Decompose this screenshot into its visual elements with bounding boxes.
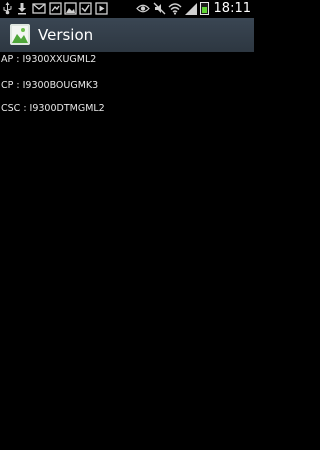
mail-icon [32, 3, 46, 14]
mobile-signal-icon [185, 3, 197, 15]
eye-icon [136, 4, 150, 13]
usb-icon [3, 2, 12, 15]
battery-level [202, 6, 207, 13]
status-time: 18:11 [213, 1, 251, 16]
app-icon[interactable] [10, 24, 30, 45]
page-title: Version [38, 26, 94, 44]
signal-booster-icon [49, 2, 62, 15]
status-bar: 18:11 [0, 0, 254, 18]
ap-version: AP : I9300XXUGML2 [1, 54, 97, 65]
csc-version: CSC : I9300DTMGML2 [1, 103, 105, 114]
play-icon [95, 2, 108, 15]
task-check-icon [79, 2, 92, 15]
wifi-icon [168, 3, 182, 15]
mute-icon [153, 2, 166, 15]
battery-icon [200, 2, 209, 15]
gallery-icon [64, 2, 77, 15]
action-bar: Version [0, 18, 254, 52]
download-icon [18, 3, 26, 15]
cp-version: CP : I9300BOUGMK3 [1, 80, 99, 91]
